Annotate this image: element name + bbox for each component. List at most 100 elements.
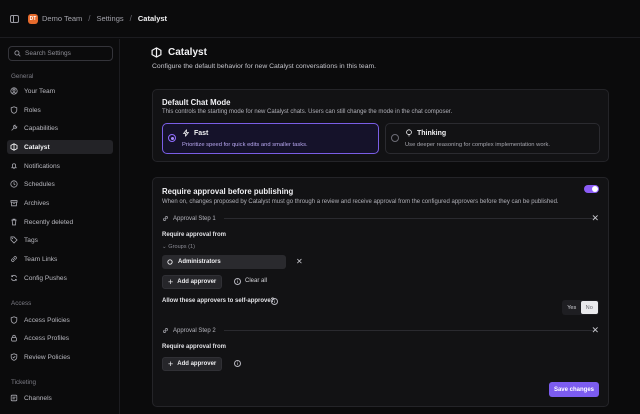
- sidebar-item-label: Roles: [24, 106, 41, 114]
- search-placeholder: Search Settings: [25, 50, 71, 57]
- sidebar-item-team-links[interactable]: Team Links: [7, 252, 113, 266]
- yes-option[interactable]: Yes: [563, 301, 581, 314]
- sidebar-item-schedules[interactable]: Schedules: [7, 177, 113, 191]
- sidebar-item-recently-deleted[interactable]: Recently deleted: [7, 215, 113, 229]
- sidebar-item-archives[interactable]: Archives: [7, 196, 113, 210]
- sidebar-item-review-policies[interactable]: Review Policies: [7, 350, 113, 364]
- step-label: Approval Step 1: [173, 215, 216, 222]
- section-label-ticketing: Ticketing: [11, 379, 36, 386]
- approval-step-2-header: Approval Step 2: [162, 327, 595, 334]
- sidebar-item-label: Tags: [24, 236, 38, 244]
- breadcrumb-separator: /: [129, 14, 132, 23]
- clear-all-link[interactable]: Clear all: [245, 278, 267, 284]
- add-approver-button[interactable]: + Add approver: [162, 357, 223, 371]
- sidebar-item-catalyst[interactable]: Catalyst: [7, 140, 113, 154]
- plus-icon: +: [168, 276, 174, 287]
- shield-icon: [10, 316, 18, 324]
- sidebar-item-label: Recently deleted: [24, 218, 74, 226]
- sidebar-toggle-icon[interactable]: [10, 14, 19, 23]
- section-label-access: Access: [11, 300, 32, 307]
- remove-step-1-button[interactable]: ✕: [591, 214, 599, 223]
- require-approval-label: Require approval from: [162, 232, 227, 238]
- archive-icon: [10, 200, 18, 207]
- sidebar-item-config-pushes[interactable]: Config Pushes: [7, 271, 113, 285]
- group-chip-administrators: Administrators: [162, 255, 286, 269]
- search-input[interactable]: Search Settings: [8, 46, 113, 61]
- refresh-icon: [11, 274, 17, 282]
- trash-icon: [11, 218, 17, 226]
- group-icon: [167, 259, 173, 265]
- bell-icon: [11, 163, 17, 170]
- mode-description: Prioritize speed for quick edits and sma…: [182, 142, 308, 148]
- plus-icon: +: [168, 358, 174, 369]
- approval-subtitle: When on, changes proposed by Catalyst mu…: [162, 199, 559, 205]
- team-logo: DT: [28, 13, 38, 24]
- sidebar-item-capabilities[interactable]: Capabilities: [7, 121, 113, 135]
- sidebar-item-notifications[interactable]: Notifications: [7, 159, 113, 173]
- bolt-icon: [182, 129, 190, 137]
- no-option[interactable]: No: [580, 301, 598, 314]
- catalyst-icon: [151, 47, 162, 58]
- sidebar: Search Settings General Your Team Roles …: [0, 39, 120, 414]
- remove-group-button[interactable]: ✕: [296, 257, 303, 266]
- main-content: Catalyst Configure the default behavior …: [121, 39, 640, 414]
- info-icon[interactable]: i: [234, 278, 241, 285]
- sidebar-item-roles[interactable]: Roles: [7, 103, 113, 117]
- sidebar-item-label: Capabilities: [24, 124, 59, 132]
- remove-step-2-button[interactable]: ✕: [591, 326, 599, 335]
- sidebar-item-label: Archives: [24, 199, 50, 207]
- chevron-down-icon: ⌄: [162, 244, 167, 250]
- sidebar-item-access-policies[interactable]: Access Policies: [7, 313, 113, 327]
- info-icon[interactable]: i: [271, 298, 278, 305]
- sidebar-item-label: Config Pushes: [24, 274, 67, 282]
- approval-card: Require approval before publishing When …: [152, 177, 609, 407]
- sidebar-item-tags[interactable]: Tags: [7, 233, 113, 247]
- top-bar: DT Demo Team / Settings / Catalyst: [0, 0, 640, 38]
- lock-icon: [11, 334, 17, 342]
- mode-option-fast[interactable]: Fast Prioritize speed for quick edits an…: [162, 123, 379, 154]
- radio-thinking[interactable]: [391, 134, 399, 142]
- self-approve-toggle: Yes No: [562, 300, 599, 315]
- groups-label[interactable]: ⌄ Groups (1): [162, 244, 195, 250]
- sidebar-item-your-team[interactable]: Your Team: [7, 84, 113, 98]
- mode-option-thinking[interactable]: Thinking Use deeper reasoning for comple…: [385, 123, 600, 154]
- page-title: Catalyst: [168, 47, 207, 58]
- sidebar-item-label: Your Team: [24, 87, 56, 95]
- save-changes-button[interactable]: Save changes: [548, 382, 599, 397]
- info-icon[interactable]: i: [234, 360, 241, 367]
- sidebar-item-label: Channels: [24, 394, 52, 402]
- sidebar-item-access-profiles[interactable]: Access Profiles: [7, 331, 113, 345]
- page-header: Catalyst: [151, 47, 207, 58]
- breadcrumb-separator: /: [88, 14, 91, 23]
- self-approve-question: Allow these approvers to self-approve?: [162, 298, 275, 304]
- chat-mode-subtitle: This controls the starting mode for new …: [162, 109, 453, 115]
- sidebar-item-label: Review Policies: [24, 353, 71, 361]
- section-label-general: General: [11, 73, 34, 80]
- channels-icon: [10, 394, 18, 402]
- user-circle-icon: [10, 87, 18, 95]
- divider: [223, 330, 595, 331]
- approval-step-1-header: Approval Step 1: [162, 215, 595, 222]
- require-approval-label: Require approval from: [162, 344, 227, 350]
- wrench-icon: [11, 124, 18, 131]
- shield-check-icon: [10, 353, 18, 361]
- sidebar-item-channels[interactable]: Channels: [7, 391, 113, 405]
- catalyst-icon: [10, 143, 18, 151]
- add-approver-button[interactable]: + Add approver: [162, 275, 223, 289]
- mode-title: Fast: [182, 129, 208, 137]
- sidebar-item-label: Access Policies: [24, 316, 70, 324]
- clock-icon: [10, 180, 18, 188]
- chat-mode-card: Default Chat Mode This controls the star…: [152, 89, 609, 162]
- breadcrumb-settings[interactable]: Settings: [97, 14, 124, 23]
- link-icon: [163, 216, 168, 221]
- radio-fast[interactable]: [168, 134, 176, 142]
- breadcrumb-team[interactable]: Demo Team: [42, 14, 82, 23]
- sidebar-item-label: Team Links: [24, 255, 58, 263]
- sidebar-item-label: Schedules: [24, 180, 55, 188]
- link-icon: [11, 256, 17, 262]
- page-description: Configure the default behavior for new C…: [152, 63, 377, 70]
- shield-icon: [10, 106, 18, 114]
- search-icon: [14, 50, 21, 57]
- divider: [223, 218, 595, 219]
- approval-toggle[interactable]: [584, 185, 599, 193]
